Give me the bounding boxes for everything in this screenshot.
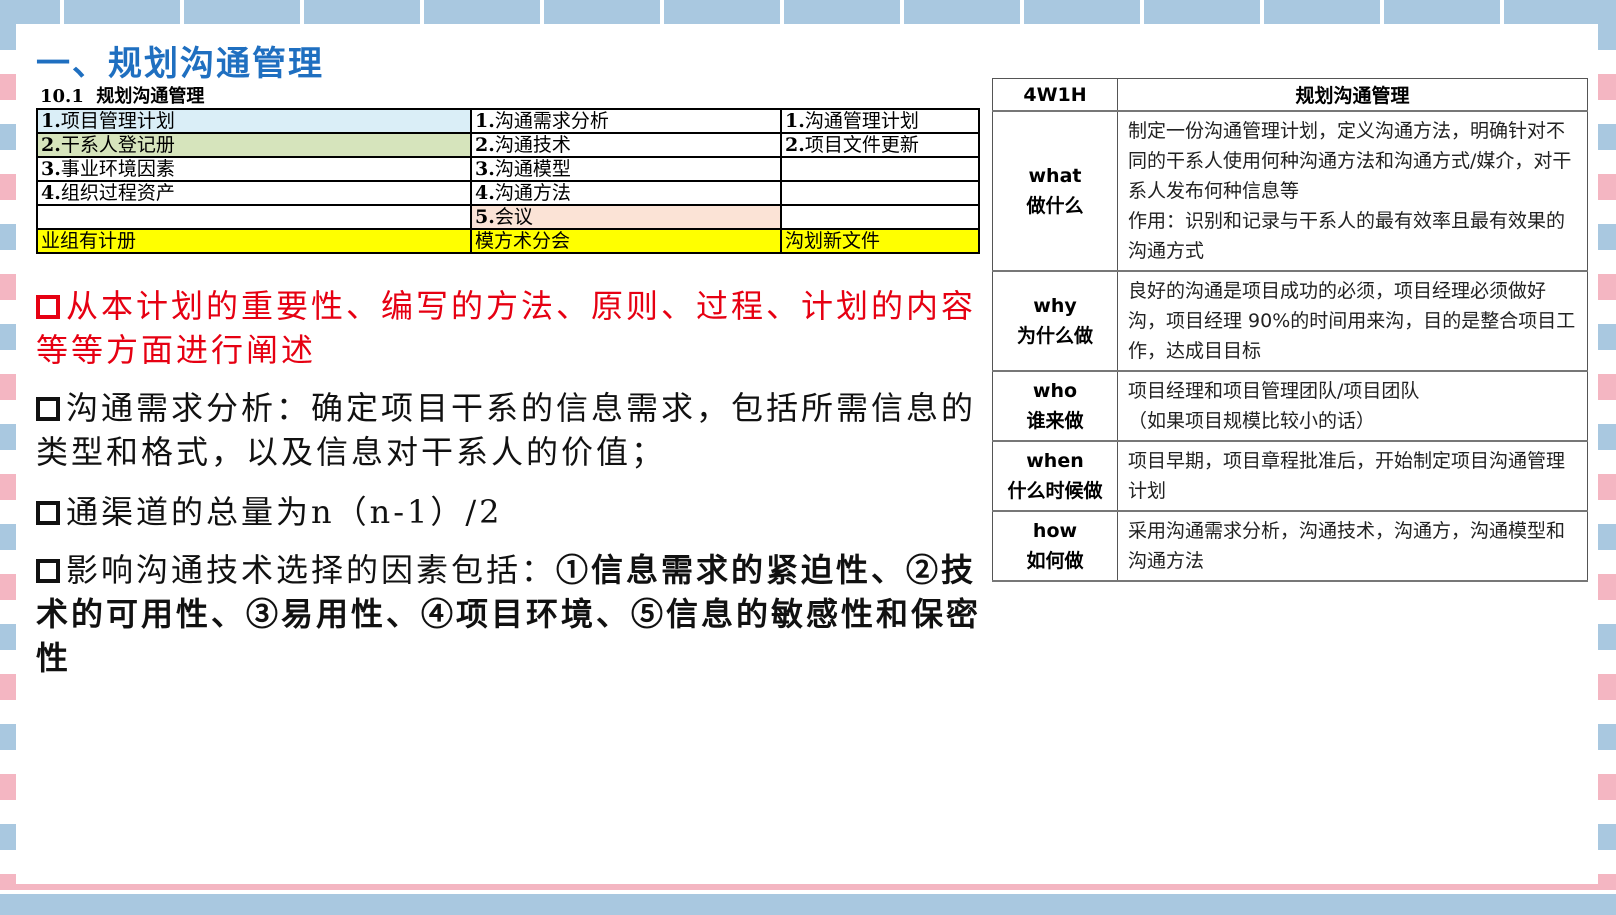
itto-row: 1.项目管理计划 1.沟通需求分析 1.沟通管理计划 — [36, 108, 980, 134]
bullet-plan-overview: 从本计划的重要性、编写的方法、原则、过程、计划的内容等等方面进行阐述 — [36, 287, 977, 369]
bullet-channel-formula: 通渠道的总量为n（n-1）/2 — [36, 490, 986, 534]
itto-row: 4.组织过程资产 4.沟通方法 — [36, 180, 980, 206]
4w1h-row-why: why 为什么做 良好的沟通是项目成功的必须，项目经理必须做好沟，项目经理 90%… — [992, 270, 1588, 372]
input-cell — [36, 204, 472, 230]
itto-caption: 10.1 规划沟通管理 — [40, 86, 205, 107]
output-cell: 2.项目文件更新 — [780, 132, 980, 158]
output-cell — [780, 156, 980, 182]
4w1h-row-how: how 如何做 采用沟通需求分析，沟通技术，沟通方，沟通模型和沟通方法 — [992, 510, 1588, 582]
4w1h-header-left: 4W1H — [992, 78, 1118, 112]
4w1h-key: how 如何做 — [992, 510, 1118, 582]
4w1h-key: when 什么时候做 — [992, 440, 1118, 512]
square-bullet-icon — [36, 397, 60, 421]
input-cell: 4.组织过程资产 — [36, 180, 472, 206]
itto-row: 3.事业环境因素 3.沟通模型 — [36, 156, 980, 182]
square-bullet-icon — [36, 501, 60, 525]
airmail-border-bottom — [0, 884, 1616, 915]
slide-title: 一、规划沟通管理 — [36, 44, 324, 84]
tool-cell: 3.沟通模型 — [470, 156, 782, 182]
output-cell: 1.沟通管理计划 — [780, 108, 980, 134]
tool-cell: 1.沟通需求分析 — [470, 108, 782, 134]
4w1h-value: 采用沟通需求分析，沟通技术，沟通方，沟通模型和沟通方法 — [1117, 510, 1588, 582]
tool-cell: 4.沟通方法 — [470, 180, 782, 206]
input-cell: 3.事业环境因素 — [36, 156, 472, 182]
4w1h-row-when: when 什么时候做 项目早期，项目章程批准后，开始制定项目沟通管理计划 — [992, 440, 1588, 512]
tool-cell: 5.会议 — [470, 204, 782, 230]
bullet-needs-analysis: 沟通需求分析：确定项目干系的信息需求，包括所需信息的类型和格式，以及信息对干系人… — [36, 389, 977, 471]
itto-table: 10.1 规划沟通管理 1.项目管理计划 1.沟通需求分析 1.沟通管理计划 2… — [36, 86, 980, 254]
input-cell: 1.项目管理计划 — [36, 108, 472, 134]
itto-caption-row: 10.1 规划沟通管理 — [37, 86, 979, 109]
input-summary: 业组有计册 — [36, 228, 472, 254]
4w1h-key: what 做什么 — [992, 110, 1118, 272]
itto-row: 5.会议 — [36, 204, 980, 230]
airmail-border-right — [1598, 24, 1616, 884]
4w1h-header-right: 规划沟通管理 — [1117, 78, 1588, 112]
bullet-tech-factors: 影响沟通技术选择的因素包括：①信息需求的紧迫性、②技术的可用性、③易用性、④项目… — [36, 551, 982, 677]
4w1h-value: 制定一份沟通管理计划，定义沟通方法，明确针对不同的干系人使用何种沟通方法和沟通方… — [1117, 110, 1588, 272]
output-summary: 沟划新文件 — [780, 228, 980, 254]
4w1h-value: 良好的沟通是项目成功的必须，项目经理必须做好沟，项目经理 90%的时间用来沟，目… — [1117, 270, 1588, 372]
square-bullet-icon — [36, 295, 60, 319]
itto-summary-row: 业组有计册 模方术分会 沟划新文件 — [36, 228, 980, 254]
tool-cell: 2.沟通技术 — [470, 132, 782, 158]
input-cell: 2.干系人登记册 — [36, 132, 472, 158]
output-cell — [780, 180, 980, 206]
4w1h-table: 4W1H 规划沟通管理 what 做什么 制定一份沟通管理计划，定义沟通方法，明确… — [992, 78, 1588, 582]
output-cell — [780, 204, 980, 230]
tool-summary: 模方术分会 — [470, 228, 782, 254]
4w1h-value: 项目经理和项目管理团队/项目团队 （如果项目规模比较小的话） — [1117, 370, 1588, 442]
4w1h-key: who 谁来做 — [992, 370, 1118, 442]
square-bullet-icon — [36, 559, 60, 583]
airmail-border-left — [0, 24, 16, 884]
4w1h-row-what: what 做什么 制定一份沟通管理计划，定义沟通方法，明确针对不同的干系人使用何种… — [992, 110, 1588, 272]
4w1h-header-row: 4W1H 规划沟通管理 — [992, 78, 1588, 112]
itto-row: 2.干系人登记册 2.沟通技术 2.项目文件更新 — [36, 132, 980, 158]
4w1h-value: 项目早期，项目章程批准后，开始制定项目沟通管理计划 — [1117, 440, 1588, 512]
4w1h-row-who: who 谁来做 项目经理和项目管理团队/项目团队 （如果项目规模比较小的话） — [992, 370, 1588, 442]
4w1h-key: why 为什么做 — [992, 270, 1118, 372]
airmail-border-top — [0, 0, 1616, 24]
